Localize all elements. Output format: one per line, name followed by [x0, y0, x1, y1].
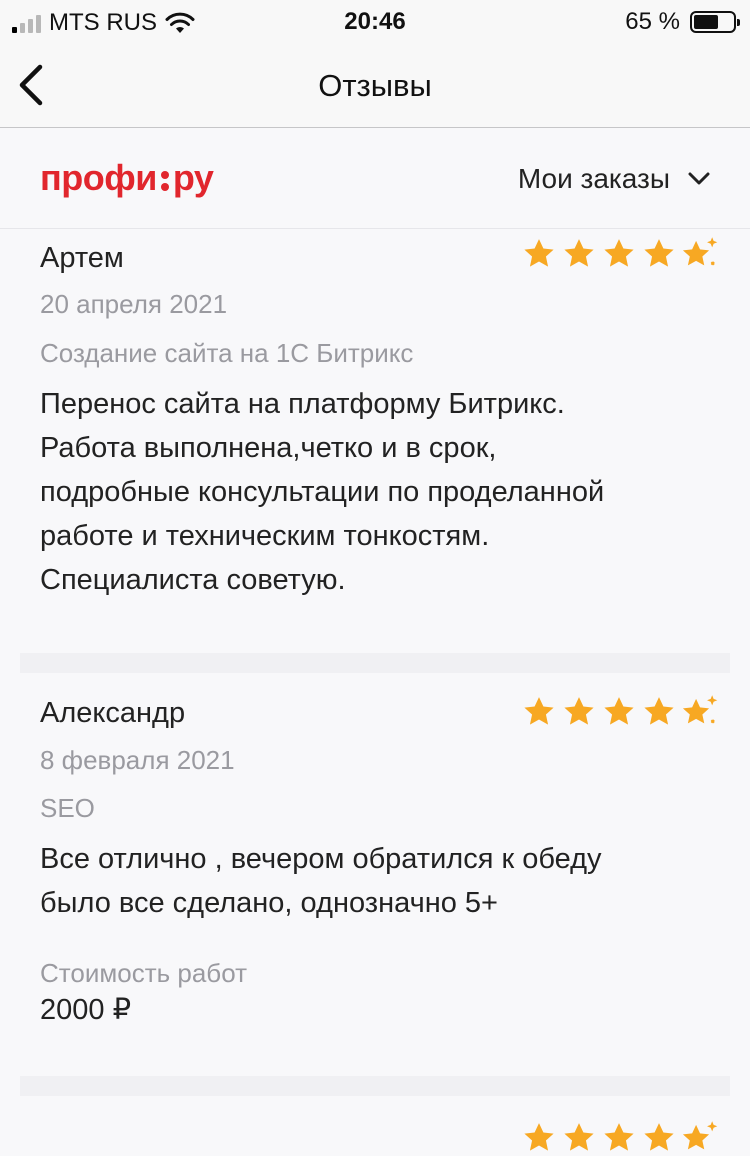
cost-value: 2000 ₽ — [40, 994, 132, 1026]
review-text-line: подробные консультации по проделанной — [40, 476, 605, 508]
review-text-line: Специалиста советую. — [40, 564, 346, 596]
review-text-line: было все сделано, однозначно 5+ — [40, 887, 498, 919]
review-card-partial — [0, 1096, 750, 1156]
sparkle-star-icon — [682, 237, 718, 266]
logo-text-left: профи — [40, 157, 157, 198]
star-icon — [644, 239, 674, 267]
star-icon — [604, 239, 634, 267]
reviewer-name: Александр — [40, 697, 186, 729]
star-icon — [524, 697, 554, 725]
my-orders-label: Мои заказы — [517, 163, 670, 194]
review-text: Все отлично , вечером обратился к обеду … — [40, 837, 602, 925]
star-icon — [564, 697, 594, 725]
review-date: 20 апреля 2021 — [40, 289, 228, 319]
star-icon — [564, 239, 594, 267]
navigation-bar: Отзывы — [0, 44, 750, 128]
review-category: SEO — [40, 793, 95, 823]
review-text-line: Работа выполнена,четко и в срок, — [40, 432, 497, 464]
brand-header: профи ру Мои заказы — [0, 129, 750, 229]
review-date: 8 февраля 2021 — [40, 745, 235, 775]
reviewer-name: Артем — [40, 242, 124, 274]
star-icon — [604, 697, 634, 725]
battery-group: 65 % — [625, 8, 740, 36]
logo-text-right: ру — [172, 157, 214, 198]
review-text: Перенос сайта на платформу Битрикс. Рабо… — [40, 382, 604, 602]
profi-logo[interactable]: профи ру — [40, 157, 214, 199]
review-separator — [20, 653, 730, 673]
review-category: Создание сайта на 1С Битрикс — [40, 338, 414, 368]
sparkle-star-icon — [682, 695, 718, 724]
my-orders-dropdown[interactable]: Мои заказы — [518, 163, 710, 195]
battery-icon — [690, 11, 740, 33]
review-card: Артем 20 апреля 2021 Создание сайта на 1… — [0, 230, 750, 653]
review-text-line: Все отлично , вечером обратился к обеду — [40, 843, 602, 875]
sparkle-star-icon — [682, 1121, 718, 1150]
logo-colon-mark — [158, 171, 172, 191]
rating-stars — [516, 694, 718, 730]
chevron-down-icon — [688, 172, 710, 185]
page-title: Отзывы — [318, 68, 432, 103]
review-card: Александр 8 февраля 2021 SEO Все отлично… — [0, 673, 750, 1076]
review-text-line: Перенос сайта на платформу Битрикс. — [40, 388, 565, 420]
star-icon — [644, 697, 674, 725]
rating-stars — [516, 236, 718, 272]
star-icon — [644, 1123, 674, 1151]
star-icon — [604, 1123, 634, 1151]
review-text-line: работе и техническим тонкостям. — [40, 520, 490, 552]
star-icon — [564, 1123, 594, 1151]
review-separator — [20, 1076, 730, 1096]
star-icon — [524, 1123, 554, 1151]
rating-stars — [516, 1120, 718, 1156]
star-icon — [524, 239, 554, 267]
battery-percent: 65 % — [625, 8, 680, 35]
status-bar: MTS RUS 20:46 65 % — [0, 0, 750, 44]
reviews-list: Артем 20 апреля 2021 Создание сайта на 1… — [0, 230, 750, 1156]
cost-label: Стоимость работ — [40, 958, 247, 988]
